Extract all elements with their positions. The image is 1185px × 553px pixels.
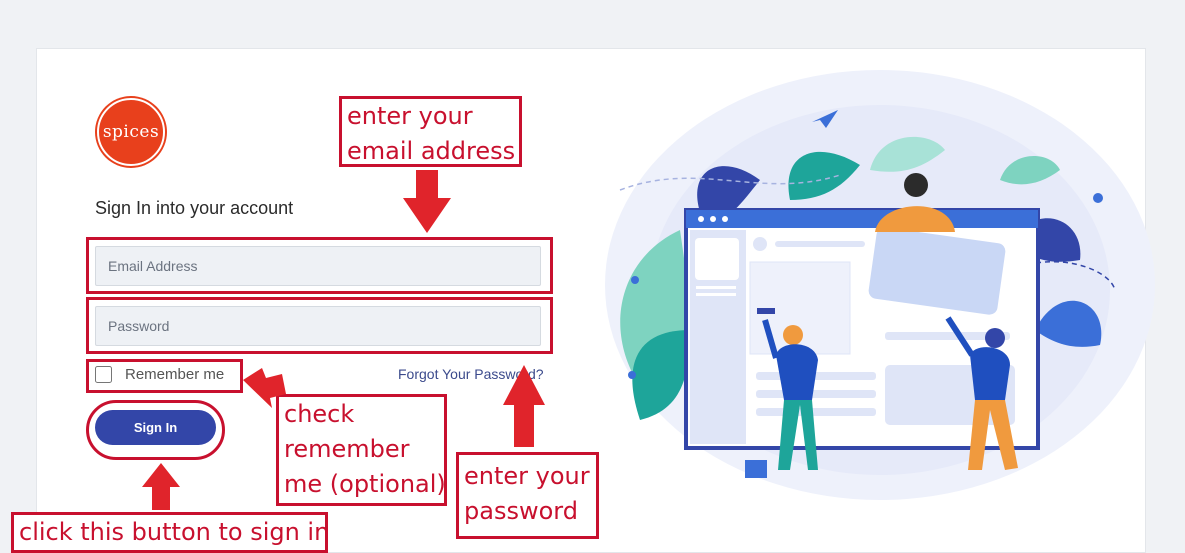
arrow-up-icon xyxy=(503,365,545,447)
arrow-down-icon xyxy=(403,170,451,233)
arrow-left-icon xyxy=(243,368,286,408)
annotation-arrows xyxy=(142,170,545,510)
arrow-up-icon xyxy=(142,463,180,510)
